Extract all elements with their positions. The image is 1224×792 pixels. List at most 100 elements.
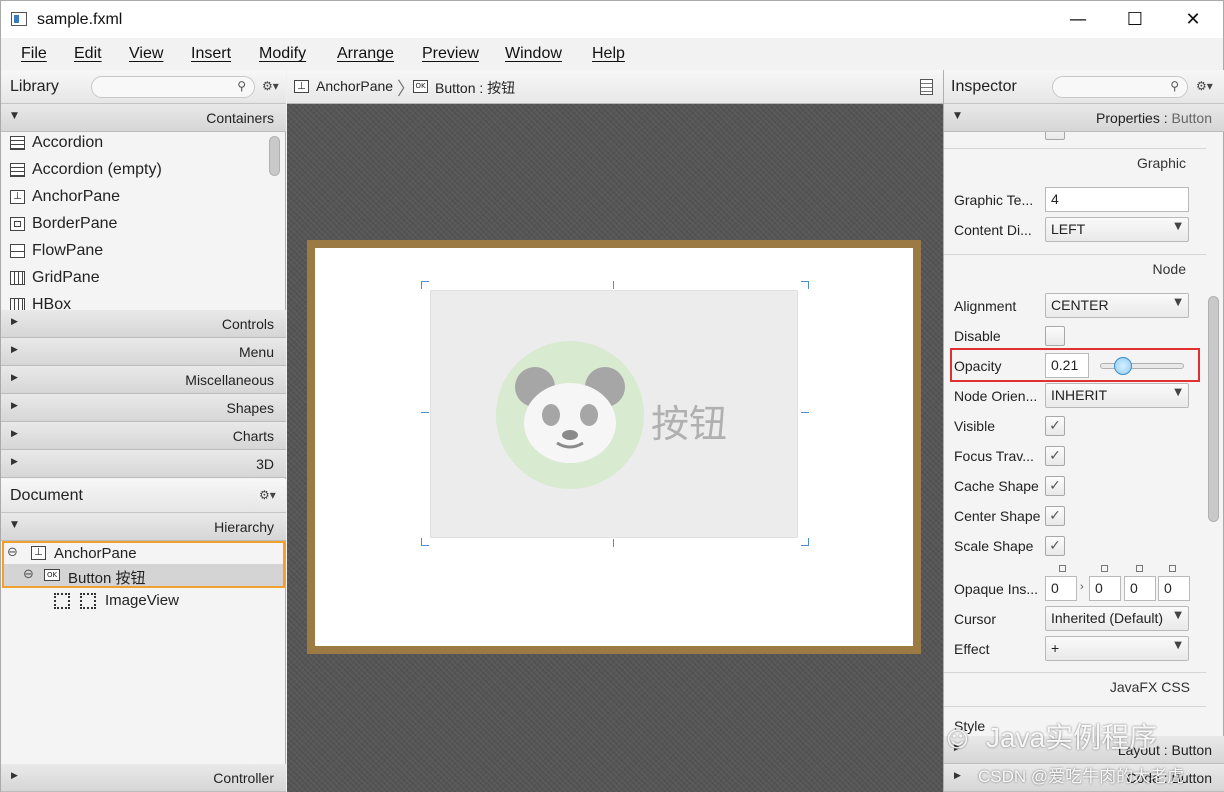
menu-modify[interactable]: Modify: [259, 45, 306, 63]
prop-label: Opaque Ins...: [954, 581, 1039, 597]
section-controls[interactable]: ▶ Controls: [1, 310, 286, 338]
minimize-button[interactable]: —: [1049, 1, 1107, 39]
section-label: Miscellaneous: [185, 372, 274, 388]
menu-edit[interactable]: Edit: [74, 45, 102, 63]
section-menu[interactable]: ▶ Menu: [1, 338, 286, 366]
disable-checkbox[interactable]: [1045, 326, 1065, 346]
item-label: GridPane: [32, 269, 100, 286]
library-scrollbar[interactable]: [269, 136, 280, 176]
selection-handle[interactable]: [801, 538, 809, 546]
menu-help[interactable]: Help: [592, 45, 625, 63]
maximize-button[interactable]: ☐: [1106, 1, 1164, 39]
menu-window[interactable]: Window: [505, 45, 562, 63]
breadcrumb-button[interactable]: Button : 按钮: [435, 78, 515, 98]
section-label: Shapes: [226, 400, 274, 416]
library-item-anchorpane[interactable]: ⊥ AnchorPane: [10, 186, 260, 213]
library-item-accordion-empty[interactable]: Accordion (empty): [10, 159, 260, 186]
cache-shape-checkbox[interactable]: ✓: [1045, 476, 1065, 496]
inset-top-field[interactable]: 0: [1045, 576, 1077, 601]
focus-traversable-checkbox[interactable]: ✓: [1045, 446, 1065, 466]
collapse-icon[interactable]: ⊖: [7, 545, 18, 560]
section-containers[interactable]: ▼ Containers: [1, 104, 286, 132]
anchorpane-preview[interactable]: 按钮: [307, 240, 921, 654]
center-shape-checkbox[interactable]: ✓: [1045, 506, 1065, 526]
library-search-input[interactable]: ⚲: [91, 76, 255, 98]
alignment-select[interactable]: CENTER ▼: [1045, 293, 1189, 318]
item-label: AnchorPane: [32, 188, 121, 205]
inspector-search-input[interactable]: ⚲: [1052, 76, 1188, 98]
collapsed-arrow-icon: ▶: [11, 317, 18, 327]
graphic-text-gap-field[interactable]: 4: [1045, 187, 1189, 212]
library-item-flowpane[interactable]: FlowPane: [10, 240, 260, 267]
effect-select[interactable]: + ▼: [1045, 636, 1189, 661]
menu-view[interactable]: View: [129, 45, 163, 63]
scale-shape-checkbox[interactable]: ✓: [1045, 536, 1065, 556]
app-icon: [11, 12, 27, 26]
tree-node-imageview[interactable]: ImageView: [54, 591, 254, 613]
tree-node-anchorpane[interactable]: ⊖ ⊥ AnchorPane: [7, 544, 277, 566]
library-item-hbox[interactable]: HBox: [10, 294, 260, 310]
opacity-slider-track[interactable]: [1100, 363, 1184, 369]
cursor-select[interactable]: Inherited (Default) ▼: [1045, 606, 1189, 631]
visible-checkbox[interactable]: ✓: [1045, 416, 1065, 436]
selection-handle[interactable]: [421, 412, 429, 413]
selection-handle[interactable]: [421, 538, 429, 546]
section-3d[interactable]: ▶ 3D: [1, 450, 286, 478]
chevron-down-icon: ▼: [1174, 387, 1182, 398]
breadcrumb-anchorpane[interactable]: AnchorPane: [316, 78, 393, 94]
menu-file[interactable]: File: [21, 45, 47, 63]
library-item-gridpane[interactable]: GridPane: [10, 267, 260, 294]
section-hierarchy[interactable]: ▼ Hierarchy: [1, 513, 286, 541]
inset-right-icon: [1101, 565, 1108, 572]
document-icon[interactable]: [920, 79, 933, 95]
selection-handle[interactable]: [421, 281, 429, 289]
prop-opaque-insets: Opaque Ins... 0 › 0 0 0: [954, 576, 1204, 602]
close-button[interactable]: ✕: [1164, 1, 1222, 39]
expanded-arrow-icon: ▼: [11, 520, 18, 530]
section-miscellaneous[interactable]: ▶ Miscellaneous: [1, 366, 286, 394]
prop-center-shape: Center Shape ✓: [954, 503, 1204, 529]
menu-arrange[interactable]: Arrange: [337, 45, 394, 63]
prop-label: Cursor: [954, 611, 997, 627]
node-orientation-select[interactable]: INHERIT ▼: [1045, 383, 1189, 408]
menu-insert[interactable]: Insert: [191, 45, 231, 63]
partial-checkbox[interactable]: [1045, 132, 1065, 140]
collapse-icon[interactable]: ⊖: [23, 567, 34, 582]
opacity-field[interactable]: 0.21: [1045, 353, 1089, 378]
inspector-scrollbar[interactable]: [1208, 296, 1219, 522]
library-item-accordion[interactable]: Accordion: [10, 132, 260, 159]
selection-handle[interactable]: [801, 281, 809, 289]
tree-node-button[interactable]: ⊖ OK Button 按钮: [23, 566, 273, 588]
select-value: INHERIT: [1051, 387, 1107, 403]
inset-right-field[interactable]: 0: [1089, 576, 1121, 601]
content-display-select[interactable]: LEFT ▼: [1045, 217, 1189, 242]
selection-handle[interactable]: [613, 281, 614, 289]
inset-bottom-field[interactable]: 0: [1124, 576, 1156, 601]
section-controller[interactable]: ▶ Controller: [1, 764, 286, 792]
button-preview[interactable]: 按钮: [430, 290, 798, 538]
inset-bottom-icon: [1136, 565, 1143, 572]
document-gear-icon[interactable]: ⚙▾: [259, 488, 276, 502]
select-value: Inherited (Default): [1051, 610, 1164, 626]
opacity-slider-thumb[interactable]: [1113, 357, 1132, 375]
section-label: Hierarchy: [214, 519, 274, 535]
section-charts[interactable]: ▶ Charts: [1, 422, 286, 450]
imageview-icon: [54, 593, 70, 609]
chevron-down-icon: ▼: [1174, 640, 1182, 651]
gridpane-icon: [10, 271, 25, 285]
inspector-gear-icon[interactable]: ⚙▾: [1196, 79, 1213, 93]
selection-handle[interactable]: [801, 412, 809, 413]
inset-left-field[interactable]: 0: [1158, 576, 1190, 601]
chevron-down-icon: ▼: [1174, 297, 1182, 308]
library-gear-icon[interactable]: ⚙▾: [262, 79, 279, 93]
library-item-borderpane[interactable]: BorderPane: [10, 213, 260, 240]
section-properties[interactable]: ▼ Properties : Button: [944, 104, 1224, 132]
hbox-icon: [10, 298, 25, 310]
selection-handle[interactable]: [613, 539, 614, 547]
prop-label: Visible: [954, 418, 995, 434]
collapsed-arrow-icon: ▶: [11, 771, 18, 781]
divider: [944, 672, 1206, 673]
section-shapes[interactable]: ▶ Shapes: [1, 394, 286, 422]
menu-preview[interactable]: Preview: [422, 45, 479, 63]
collapsed-arrow-icon: ▶: [11, 401, 18, 411]
